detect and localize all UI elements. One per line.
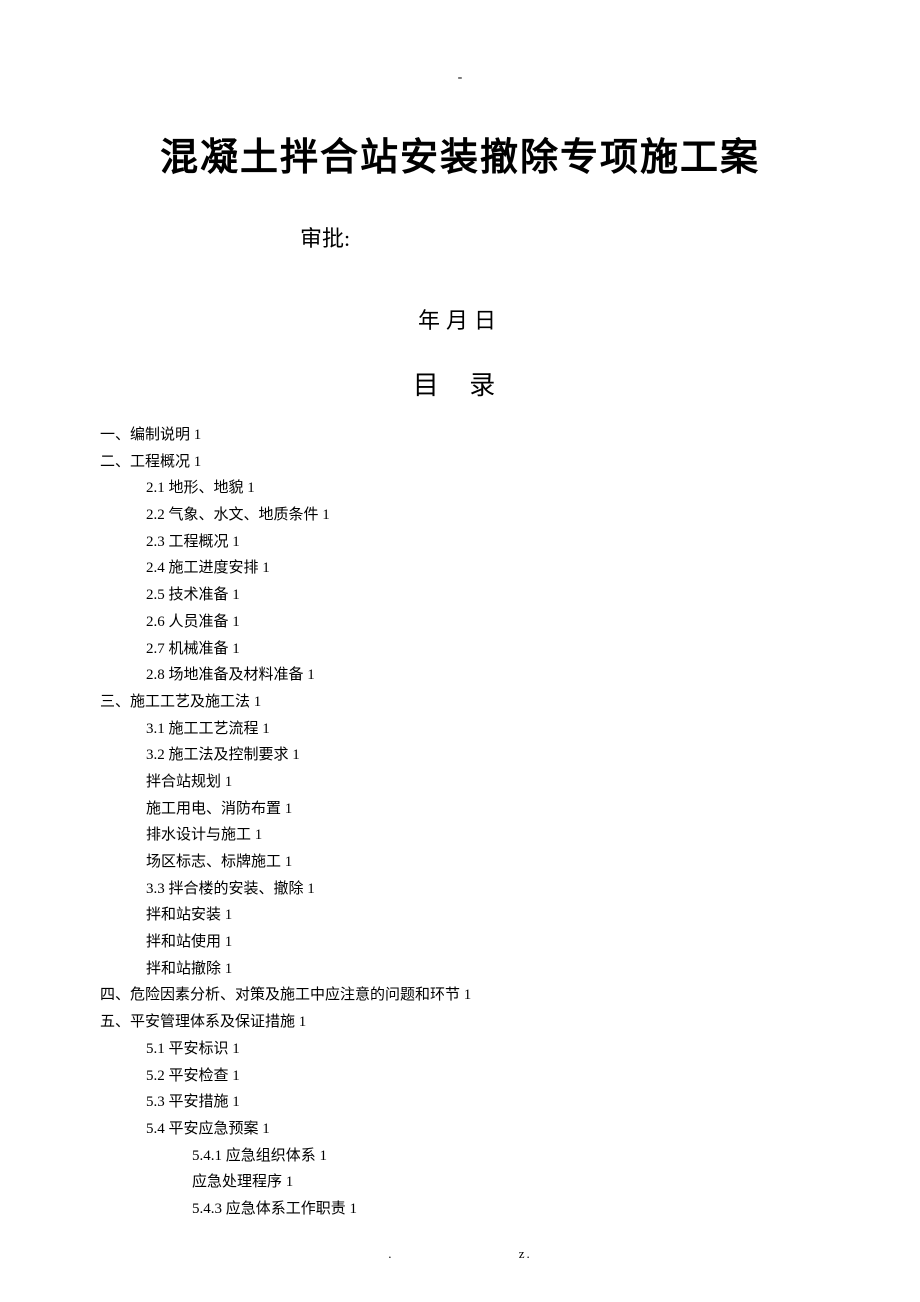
toc-entry: 拌和站撤除 1 xyxy=(100,956,820,983)
toc-entry: 施工用电、消防布置 1 xyxy=(100,796,820,823)
toc-entry: 四、危险因素分析、对策及施工中应注意的问题和环节 1 xyxy=(100,982,820,1009)
toc-entry: 排水设计与施工 1 xyxy=(100,822,820,849)
toc-entry: 五、平安管理体系及保证措施 1 xyxy=(100,1009,820,1036)
footer-left: . xyxy=(388,1246,393,1261)
document-page: - 混凝土拌合站安装撤除专项施工案 审批: 年月日 目 录 一、编制说明 1二、… xyxy=(0,0,920,1263)
toc-entry: 场区标志、标牌施工 1 xyxy=(100,849,820,876)
top-marker: - xyxy=(100,70,820,86)
toc-entry: 2.3 工程概况 1 xyxy=(100,529,820,556)
toc-entry: 拌和站使用 1 xyxy=(100,929,820,956)
toc-entry: 二、工程概况 1 xyxy=(100,449,820,476)
footer-right: z. xyxy=(519,1246,532,1261)
toc-entry: 一、编制说明 1 xyxy=(100,422,820,449)
page-footer: . z. xyxy=(0,1246,920,1262)
toc-entry: 拌合站规划 1 xyxy=(100,769,820,796)
toc-entry: 应急处理程序 1 xyxy=(100,1169,820,1196)
toc-entry: 5.2 平安检查 1 xyxy=(100,1063,820,1090)
toc-entry: 2.6 人员准备 1 xyxy=(100,609,820,636)
date-label: 年月日 xyxy=(100,303,820,335)
toc-entry: 2.2 气象、水文、地质条件 1 xyxy=(100,502,820,529)
toc-entry: 5.4 平安应急预案 1 xyxy=(100,1116,820,1143)
toc-entry: 拌和站安装 1 xyxy=(100,902,820,929)
toc-entry: 2.8 场地准备及材料准备 1 xyxy=(100,662,820,689)
toc-entry: 2.4 施工进度安排 1 xyxy=(100,555,820,582)
toc-entry: 5.4.1 应急组织体系 1 xyxy=(100,1143,820,1170)
toc-entry: 2.1 地形、地貌 1 xyxy=(100,475,820,502)
document-title: 混凝土拌合站安装撤除专项施工案 xyxy=(100,126,820,181)
toc-entry: 3.3 拌合楼的安装、撤除 1 xyxy=(100,876,820,903)
toc-entry: 3.1 施工工艺流程 1 xyxy=(100,716,820,743)
toc-entry: 三、施工工艺及施工法 1 xyxy=(100,689,820,716)
table-of-contents: 一、编制说明 1二、工程概况 12.1 地形、地貌 12.2 气象、水文、地质条… xyxy=(100,422,820,1223)
toc-entry: 5.4.3 应急体系工作职责 1 xyxy=(100,1196,820,1223)
toc-entry: 2.5 技术准备 1 xyxy=(100,582,820,609)
toc-entry: 5.1 平安标识 1 xyxy=(100,1036,820,1063)
toc-entry: 2.7 机械准备 1 xyxy=(100,636,820,663)
toc-heading: 目 录 xyxy=(100,365,820,402)
toc-entry: 3.2 施工法及控制要求 1 xyxy=(100,742,820,769)
approval-label: 审批: xyxy=(100,221,820,253)
toc-entry: 5.3 平安措施 1 xyxy=(100,1089,820,1116)
